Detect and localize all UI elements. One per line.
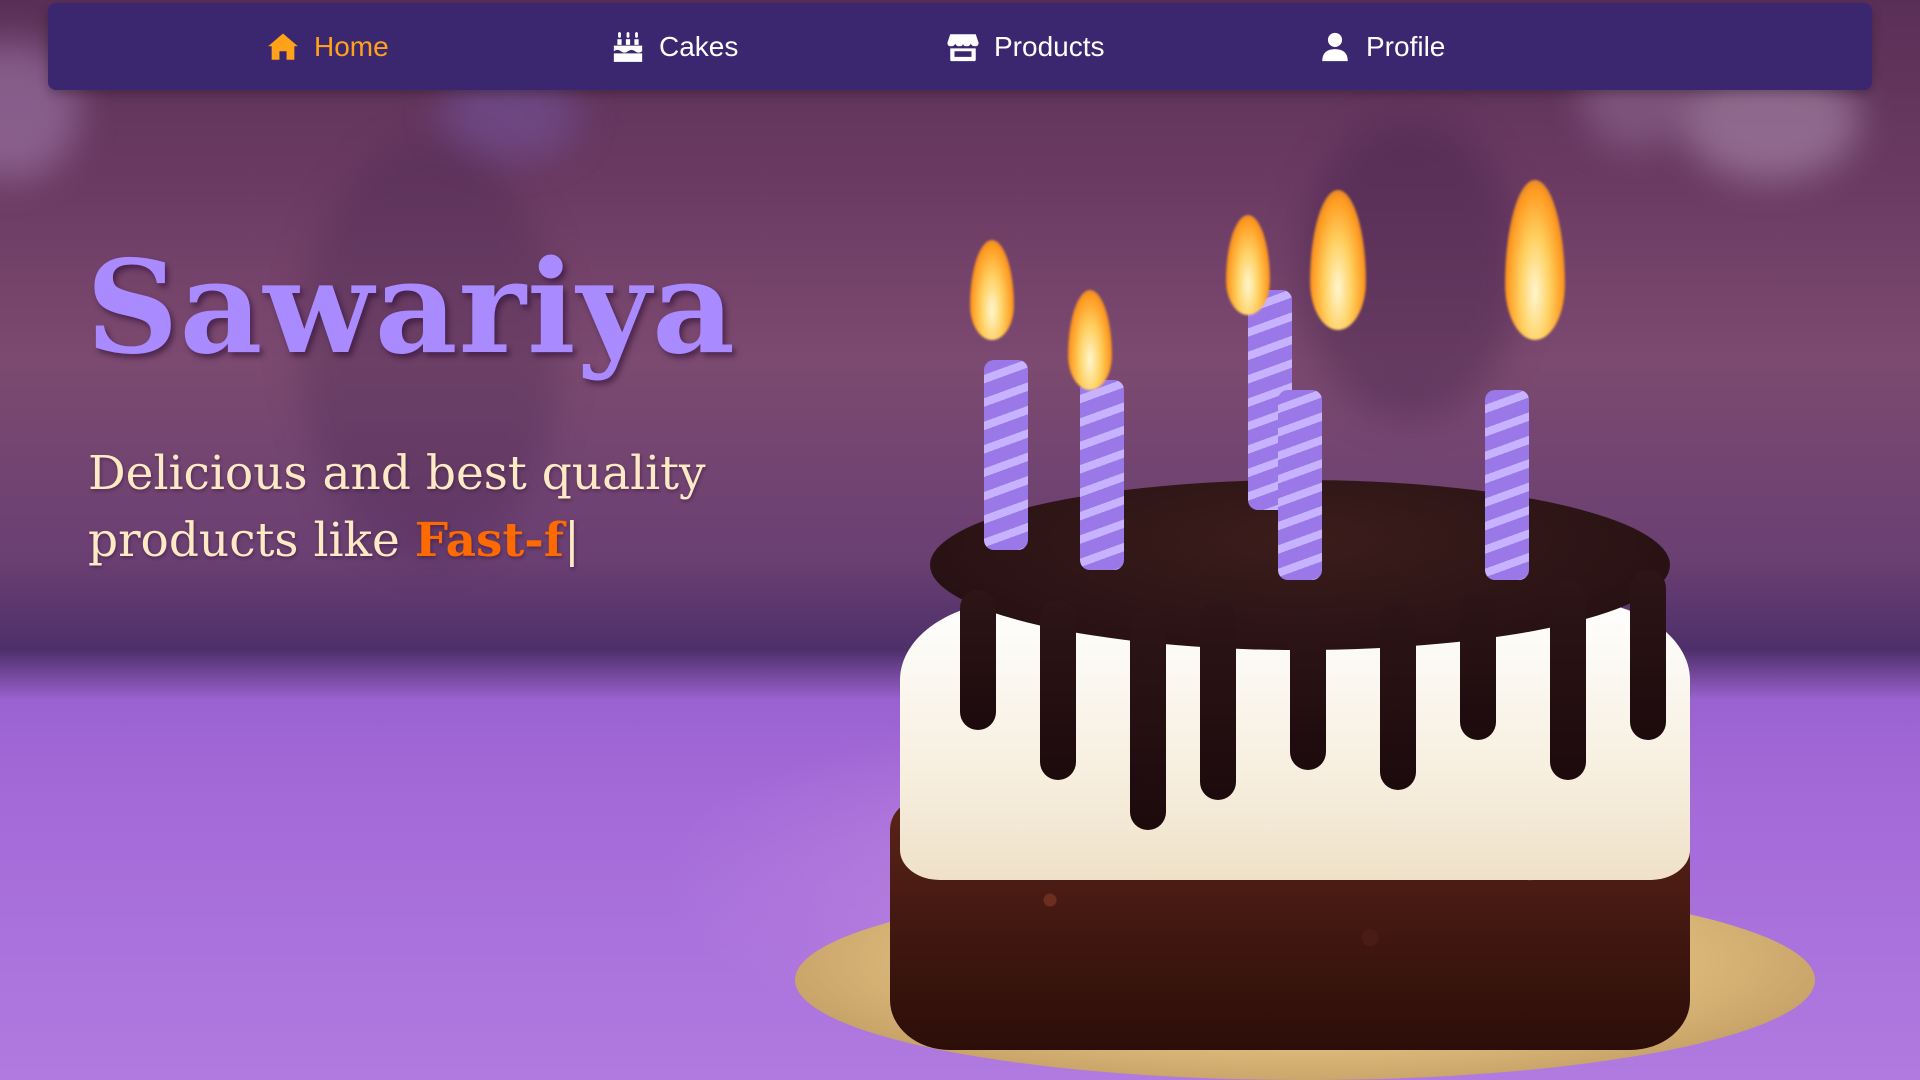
cake-icon <box>613 31 643 62</box>
nav-item-label: Home <box>314 30 389 62</box>
chocolate-drip <box>960 590 996 730</box>
tagline-text: Delicious and best quality products like <box>88 446 706 568</box>
nav-item-label: Cakes <box>659 30 739 62</box>
chocolate-drip <box>1200 600 1236 800</box>
candle <box>1485 390 1529 580</box>
hero-tagline: Delicious and best quality products like… <box>88 440 788 574</box>
nav-item-home[interactable]: Home <box>266 3 389 90</box>
chocolate-drip <box>1550 580 1586 780</box>
typed-text: Fast-f <box>414 513 564 568</box>
chocolate-drip <box>1460 590 1496 740</box>
nav-item-cakes[interactable]: Cakes <box>611 3 738 90</box>
candle-flame <box>1226 215 1270 315</box>
candle <box>1080 380 1124 570</box>
chocolate-drip <box>1130 610 1166 830</box>
candle <box>984 360 1028 550</box>
nav-item-products[interactable]: Products <box>946 3 1105 90</box>
brand-title: Sawariya <box>86 233 736 383</box>
typing-cursor: | <box>563 513 580 568</box>
store-icon <box>947 33 979 61</box>
home-icon <box>268 33 298 60</box>
chocolate-drip <box>1380 600 1416 790</box>
top-navbar: Home Cakes Products Profile <box>48 3 1872 90</box>
nav-item-label: Products <box>994 30 1105 62</box>
candle-flame <box>1068 290 1112 390</box>
candle-flame <box>1505 180 1565 340</box>
chocolate-drip <box>1630 570 1666 740</box>
candle <box>1278 390 1322 580</box>
chocolate-drip <box>1040 600 1076 780</box>
user-icon <box>1322 32 1348 61</box>
chocolate-drip <box>1290 620 1326 770</box>
nav-item-profile[interactable]: Profile <box>1318 3 1445 90</box>
nav-item-label: Profile <box>1366 30 1446 62</box>
candle-flame <box>970 240 1014 340</box>
